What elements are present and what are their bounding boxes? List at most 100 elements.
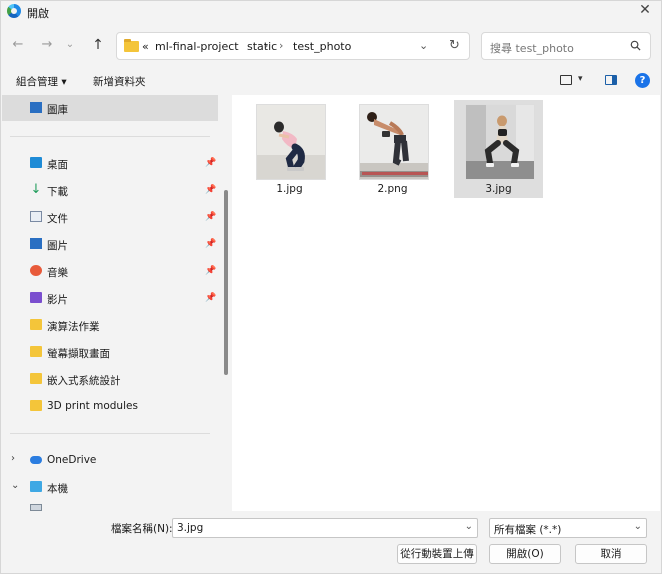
breadcrumb-item-ml-final-project[interactable]: ml-final-project [155,40,239,53]
file-item[interactable]: 3.jpg [454,100,543,198]
computer-icon [30,481,42,492]
document-icon [30,211,42,222]
file-item[interactable]: 1.jpg [245,100,334,198]
sidebar-item-pictures[interactable]: 圖片 📌 [2,231,218,257]
sidebar-item-downloads[interactable]: ↓ 下載 📌 [2,177,218,203]
sidebar-scrollbar[interactable] [224,190,228,375]
pin-icon: 📌 [205,293,217,303]
new-folder-button[interactable]: 新增資料夾 [93,74,146,89]
arrow-right-icon[interactable]: → [38,36,56,54]
chevron-down-icon: ⌄ [633,521,642,532]
cloud-icon [30,456,42,464]
sidebar-item-label: 螢幕擷取畫面 [47,348,110,360]
cancel-button[interactable]: 取消 [575,544,647,564]
pin-icon: 📌 [205,239,217,249]
folder-icon [30,346,42,357]
title-bar: 開啟 ✕ [1,1,661,21]
upload-from-mobile-button[interactable]: 從行動裝置上傳 [397,544,477,564]
file-name: 2.png [377,183,408,195]
sidebar-item-label: 文件 [47,213,68,225]
open-button[interactable]: 開啟(O) [489,544,561,564]
window-title: 開啟 [27,7,49,20]
sidebar-item-label: 音樂 [47,267,68,279]
sidebar-item-onedrive[interactable]: › OneDrive [2,447,218,473]
search-box[interactable]: 搜尋 test_photo [481,32,651,60]
file-type-value: 所有檔案 (*.*) [494,524,562,536]
gallery-icon [30,102,42,113]
navigation-bar: ← → ⌄ ↑ « ml-final-project › static › te… [1,28,661,64]
chevron-down-icon[interactable]: ⌄ [61,36,79,54]
pin-icon: 📌 [205,212,217,222]
search-placeholder: 搜尋 test_photo [490,42,574,55]
help-icon[interactable]: ? [635,73,650,88]
chevron-down-icon[interactable]: ⌄ [419,39,428,52]
pictures-icon [30,238,42,249]
chevron-down-icon[interactable]: ▾ [578,74,583,84]
download-icon: ↓ [30,182,42,197]
chevron-down-icon[interactable]: ⌄ [11,480,19,491]
divider [10,433,210,434]
sidebar-item-screenshots[interactable]: 螢幕擷取畫面 [2,339,218,365]
image-thumbnail [256,104,326,180]
file-name: 1.jpg [276,183,303,195]
refresh-icon[interactable]: ↻ [449,38,460,53]
pin-icon: 📌 [205,266,217,276]
chevron-down-icon[interactable]: ⌄ [465,521,473,532]
sidebar-item-videos[interactable]: 影片 📌 [2,285,218,311]
close-icon[interactable]: ✕ [637,2,653,18]
dialog-footer: 檔案名稱(N): 3.jpg ⌄ 所有檔案 (*.*) ⌄ 從行動裝置上傳 開啟… [1,511,661,573]
music-icon [30,265,42,276]
divider [10,136,210,137]
desktop-icon [30,157,42,168]
disk-icon [30,504,42,511]
sidebar-item-label: OneDrive [47,454,97,466]
breadcrumb-separator: › [279,39,284,52]
filename-value[interactable]: 3.jpg [177,522,203,534]
file-list: 1.jpg 2.png 3.jpg [232,95,660,511]
sidebar-item-drive[interactable] [2,501,218,511]
sidebar-item-label: 演算法作業 [47,321,100,333]
sidebar-item-label: 圖庫 [47,104,68,116]
sidebar-item-3d-print-modules[interactable]: 3D print modules [2,393,218,419]
open-file-dialog: 開啟 ✕ ← → ⌄ ↑ « ml-final-project › static… [0,0,662,574]
command-bar: 組合管理 ▾ 新增資料夾 ▾ ? [1,68,661,94]
file-name: 3.jpg [485,183,512,195]
breadcrumb-overflow[interactable]: « [142,40,149,53]
chevron-right-icon[interactable]: › [11,453,15,464]
videos-icon [30,292,42,303]
sidebar-item-embedded-systems[interactable]: 嵌入式系統設計 [2,366,218,392]
address-bar[interactable]: « ml-final-project › static › test_photo… [116,32,470,60]
arrow-up-icon[interactable]: ↑ [89,36,107,54]
search-icon [630,40,641,51]
folder-icon [30,373,42,384]
folder-icon [124,39,139,52]
pin-icon: 📌 [205,185,217,195]
sidebar-item-label: 下載 [47,186,68,198]
breadcrumb-item-static[interactable]: static [247,40,277,53]
sidebar-item-label: 本機 [47,483,68,495]
sidebar-item-label: 桌面 [47,159,68,171]
folder-icon [30,319,42,330]
sidebar-item-desktop[interactable]: 桌面 📌 [2,150,218,176]
sidebar-item-label: 3D print modules [47,400,138,412]
edge-browser-icon [7,4,21,18]
pin-icon: 📌 [205,158,217,168]
sidebar-item-algorithms-homework[interactable]: 演算法作業 [2,312,218,338]
arrow-left-icon[interactable]: ← [9,36,27,54]
file-type-select[interactable]: 所有檔案 (*.*) ⌄ [489,518,647,538]
filename-field[interactable]: 3.jpg ⌄ [172,518,478,538]
folder-icon [30,400,42,411]
sidebar-item-music[interactable]: 音樂 📌 [2,258,218,284]
filename-label: 檔案名稱(N): [111,523,173,535]
sidebar-item-this-pc[interactable]: ⌄ 本機 [2,474,218,500]
file-item[interactable]: 2.png [348,100,437,198]
breadcrumb-item-test-photo[interactable]: test_photo [293,40,351,53]
sidebar-item-label: 圖片 [47,240,68,252]
sidebar-item-gallery[interactable]: 圖庫 [2,95,218,121]
image-thumbnail [359,104,429,180]
sidebar-item-documents[interactable]: 文件 📌 [2,204,218,230]
view-options-icon[interactable] [560,75,572,85]
preview-pane-icon[interactable] [605,75,617,85]
organize-button[interactable]: 組合管理 ▾ [16,74,67,89]
sidebar-item-label: 影片 [47,294,68,306]
